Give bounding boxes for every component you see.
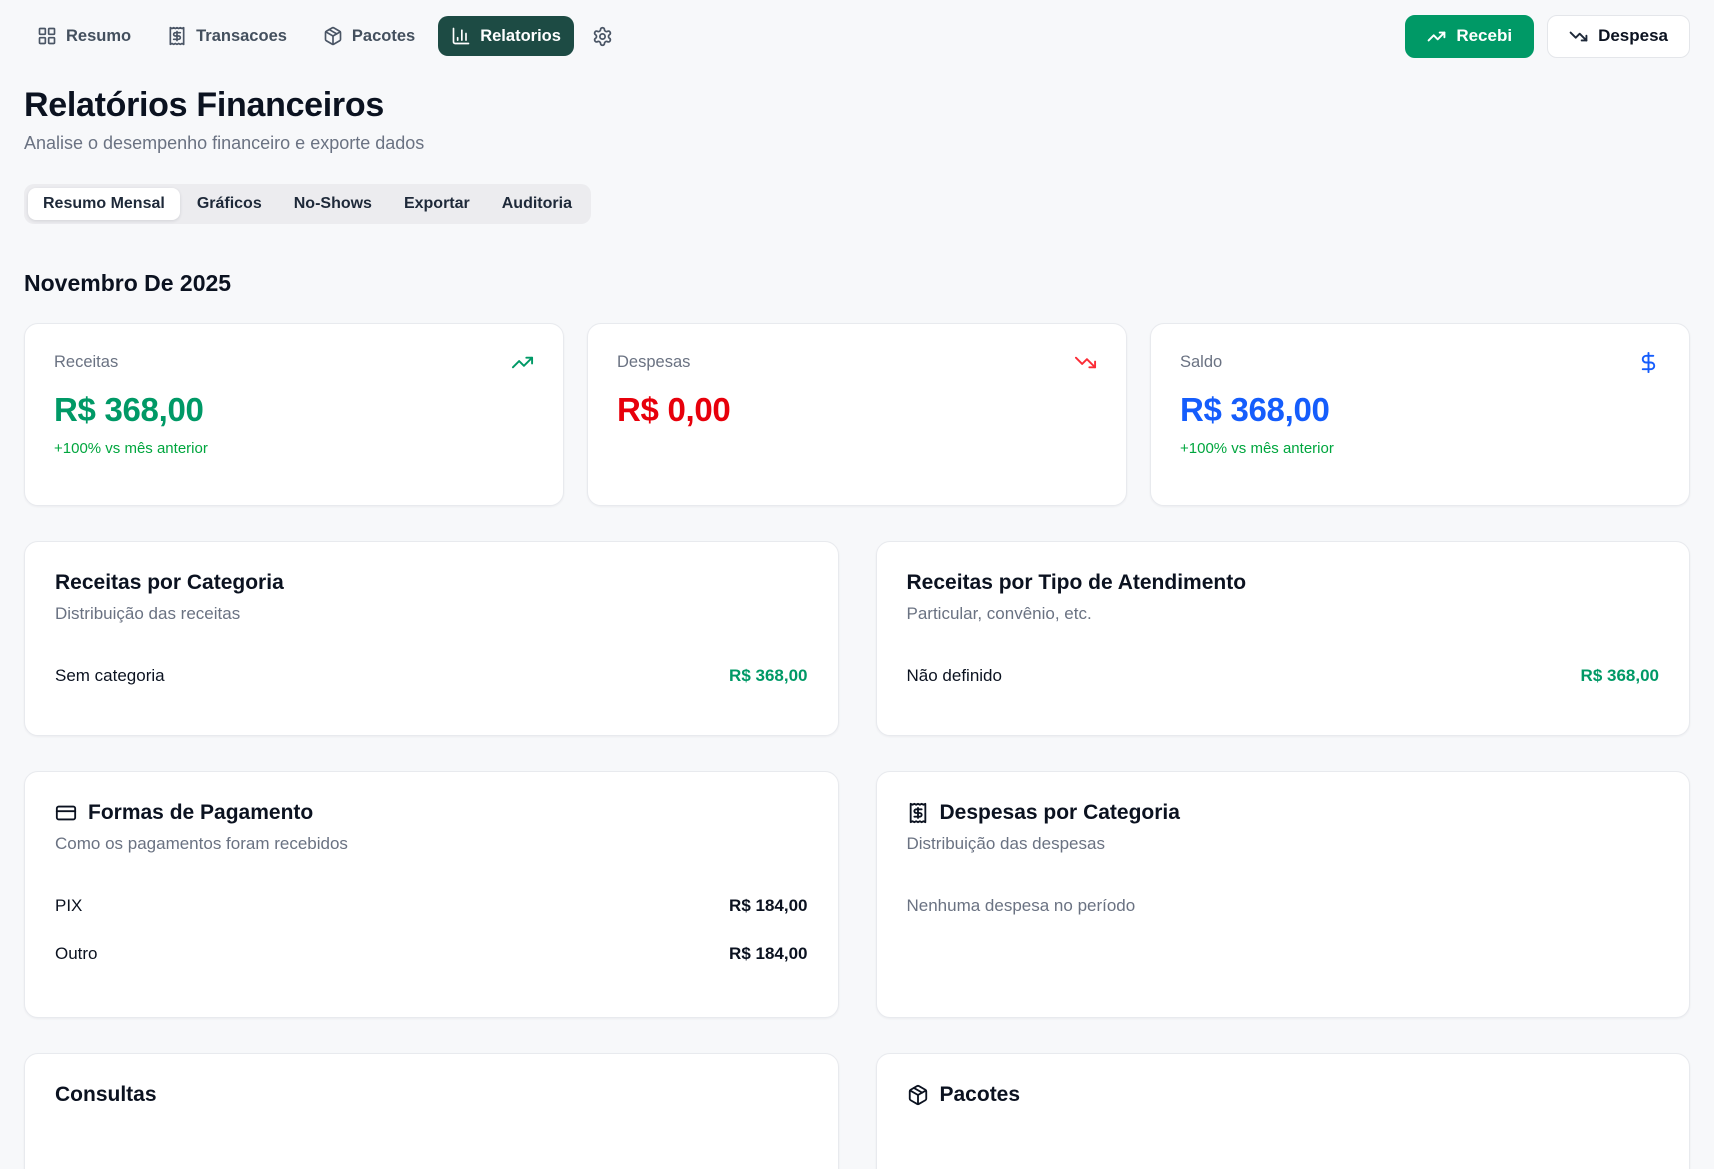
trending-down-icon (1074, 351, 1097, 374)
tab-graficos[interactable]: Gráficos (182, 188, 277, 220)
settings-button[interactable] (584, 16, 621, 57)
category-row: Não definido R$ 368,00 (907, 666, 1660, 686)
row-label: Não definido (907, 666, 1002, 686)
expense-button[interactable]: Despesa (1547, 15, 1690, 58)
row-value: R$ 184,00 (729, 896, 807, 916)
stat-card-despesas: Despesas R$ 0,00 (587, 323, 1127, 506)
payment-cards-row: Formas de Pagamento Como os pagamentos f… (24, 771, 1690, 1018)
nav-item-pacotes[interactable]: Pacotes (310, 16, 428, 56)
card-title: Receitas por Categoria (55, 571, 808, 595)
receipt-icon (167, 26, 187, 46)
stat-note: +100% vs mês anterior (54, 440, 534, 457)
stat-note: +100% vs mês anterior (1180, 440, 1660, 457)
reports-page: Resumo Transacoes Pacotes Relatorios Rec… (0, 0, 1714, 1169)
stat-value: R$ 368,00 (54, 391, 534, 429)
row-value: R$ 184,00 (729, 944, 807, 964)
card-consultas: Consultas (24, 1053, 839, 1169)
tab-exportar[interactable]: Exportar (389, 188, 485, 220)
card-title: Formas de Pagamento (88, 801, 313, 825)
stat-label: Receitas (54, 353, 118, 372)
nav-item-resumo[interactable]: Resumo (24, 16, 144, 56)
month-heading: Novembro De 2025 (24, 270, 1690, 297)
receive-button[interactable]: Recebi (1405, 15, 1534, 58)
card-subtitle: Distribuição das receitas (55, 604, 808, 624)
report-tabs: Resumo Mensal Gráficos No-Shows Exportar… (24, 184, 591, 224)
card-receitas-por-tipo: Receitas por Tipo de Atendimento Particu… (876, 541, 1691, 736)
card-title: Pacotes (940, 1083, 1021, 1107)
tab-resumo-mensal[interactable]: Resumo Mensal (28, 188, 180, 220)
revenue-cards-row: Receitas por Categoria Distribuição das … (24, 541, 1690, 736)
card-formas-de-pagamento: Formas de Pagamento Como os pagamentos f… (24, 771, 839, 1018)
tab-no-shows[interactable]: No-Shows (279, 188, 387, 220)
category-row: Sem categoria R$ 368,00 (55, 666, 808, 686)
row-value: R$ 368,00 (729, 666, 807, 686)
gear-icon (592, 26, 613, 47)
receipt-icon (907, 802, 929, 824)
page-subtitle: Analise o desempenho financeiro e export… (24, 133, 1690, 154)
card-title: Consultas (55, 1083, 808, 1107)
card-subtitle: Distribuição das despesas (907, 834, 1660, 854)
card-title: Receitas por Tipo de Atendimento (907, 571, 1660, 595)
nav-item-label: Relatorios (480, 27, 561, 46)
credit-card-icon (55, 802, 77, 824)
stat-value: R$ 368,00 (1180, 391, 1660, 429)
payment-row: PIX R$ 184,00 (55, 896, 808, 916)
trending-up-icon (511, 351, 534, 374)
nav-item-label: Resumo (66, 27, 131, 46)
row-label: PIX (55, 896, 82, 916)
card-receitas-por-categoria: Receitas por Categoria Distribuição das … (24, 541, 839, 736)
stat-label: Despesas (617, 353, 690, 372)
bar-chart-icon (451, 26, 471, 46)
row-value: R$ 368,00 (1581, 666, 1659, 686)
nav-item-transacoes[interactable]: Transacoes (154, 16, 300, 56)
top-navbar: Resumo Transacoes Pacotes Relatorios Rec… (24, 12, 1690, 60)
card-despesas-por-categoria: Despesas por Categoria Distribuição das … (876, 771, 1691, 1018)
card-pacotes: Pacotes (876, 1053, 1691, 1169)
nav-tabs: Resumo Transacoes Pacotes Relatorios (24, 16, 621, 57)
empty-state-text: Nenhuma despesa no período (907, 896, 1660, 916)
page-title: Relatórios Financeiros (24, 86, 1690, 125)
nav-item-label: Transacoes (196, 27, 287, 46)
stat-card-saldo: Saldo R$ 368,00 +100% vs mês anterior (1150, 323, 1690, 506)
package-icon (323, 26, 343, 46)
trending-down-icon (1569, 27, 1588, 46)
nav-actions: Recebi Despesa (1405, 15, 1690, 58)
nav-item-label: Pacotes (352, 27, 415, 46)
card-subtitle: Como os pagamentos foram recebidos (55, 834, 808, 854)
dashboard-grid-icon (37, 26, 57, 46)
card-title: Despesas por Categoria (940, 801, 1180, 825)
package-icon (907, 1084, 929, 1106)
stats-grid: Receitas R$ 368,00 +100% vs mês anterior… (24, 323, 1690, 506)
expense-button-label: Despesa (1598, 26, 1668, 46)
receive-button-label: Recebi (1456, 26, 1512, 46)
card-subtitle: Particular, convênio, etc. (907, 604, 1660, 624)
row-label: Sem categoria (55, 666, 165, 686)
bottom-cards-row: Consultas Pacotes (24, 1053, 1690, 1169)
stat-card-receitas: Receitas R$ 368,00 +100% vs mês anterior (24, 323, 564, 506)
dollar-sign-icon (1637, 351, 1660, 374)
stat-label: Saldo (1180, 353, 1222, 372)
stat-value: R$ 0,00 (617, 391, 1097, 429)
nav-item-relatorios[interactable]: Relatorios (438, 16, 574, 56)
payment-row: Outro R$ 184,00 (55, 944, 808, 964)
trending-up-icon (1427, 27, 1446, 46)
row-label: Outro (55, 944, 98, 964)
tab-auditoria[interactable]: Auditoria (487, 188, 587, 220)
